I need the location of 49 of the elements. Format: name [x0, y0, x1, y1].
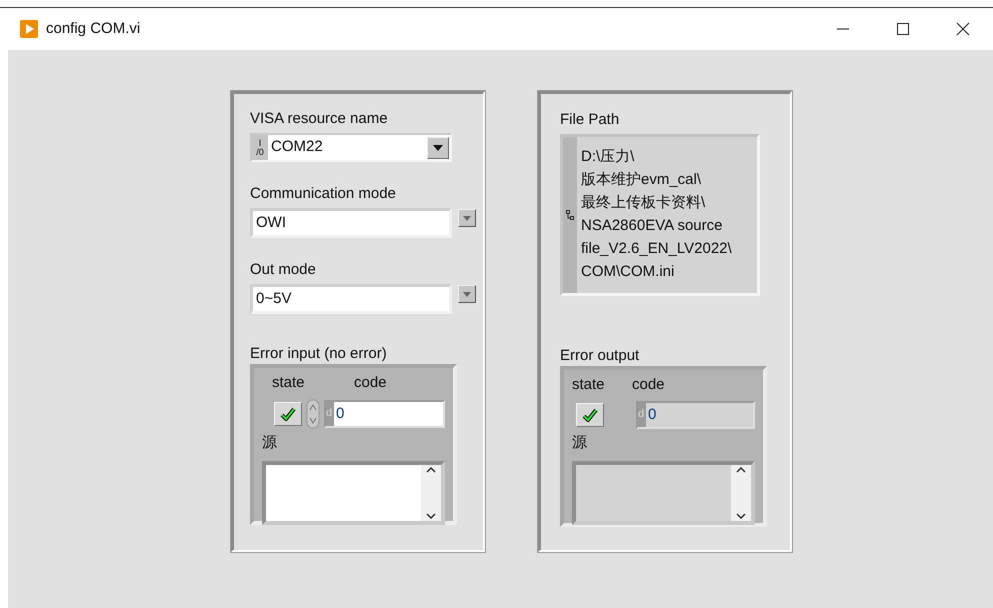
dropdown-button[interactable]	[427, 136, 449, 158]
window-title: config COM.vi	[46, 18, 140, 39]
app-icon	[20, 20, 38, 38]
dropdown-button[interactable]	[458, 285, 476, 303]
check-icon	[582, 408, 598, 422]
ring-field[interactable]: OWI	[250, 208, 452, 238]
field-label: VISA resource name	[250, 109, 389, 129]
radix-indicator: d	[638, 402, 646, 426]
close-icon	[956, 22, 970, 36]
dropdown-button[interactable]	[458, 209, 476, 227]
caret-icon	[463, 216, 471, 220]
check-icon	[280, 406, 296, 420]
path-prefix-icon	[566, 210, 574, 220]
field-label: Error output	[560, 346, 640, 366]
source-label: 源	[572, 432, 588, 452]
code-label: code	[632, 375, 665, 395]
increment-arrows-icon	[306, 398, 320, 428]
radix-indicator: d	[326, 402, 334, 426]
path-text-line: 版本维护evm_cal\	[581, 170, 702, 190]
file-path-field[interactable]: D:\压力\ 版本维护evm_cal\ 最终上传板卡资料\ NSA2860EVA source file_V2.6_EN_LV2022\ COM\COM.ini	[560, 134, 760, 296]
scrollbar[interactable]	[731, 464, 751, 520]
state-label: state	[271, 373, 306, 393]
path-text-line: 最终上传板卡资料\	[581, 193, 706, 213]
field-label: File Path	[560, 110, 620, 130]
scroll-down-icon	[736, 512, 746, 518]
caret-icon	[463, 292, 471, 296]
scroll-up-icon	[426, 466, 436, 472]
field-label: Communication mode	[250, 184, 397, 204]
source-field[interactable]	[262, 460, 445, 524]
code-label: code	[354, 373, 387, 393]
scroll-down-icon	[426, 512, 436, 518]
ring-field[interactable]: 0~5V	[250, 284, 452, 314]
scroll-up-icon	[736, 466, 746, 472]
maximize-icon	[896, 22, 910, 36]
path-text-line: COM\COM.ini	[581, 262, 676, 282]
field-label: Out mode	[250, 260, 317, 280]
state-label: state	[572, 375, 606, 395]
code-field[interactable]: d 0	[324, 400, 445, 428]
scrollbar[interactable]	[421, 464, 441, 520]
source-label: 源	[262, 432, 278, 452]
field-label: Error input (no error)	[250, 344, 388, 364]
caret-icon	[433, 144, 443, 150]
io-prefix-icon: I/0	[252, 135, 268, 160]
path-text-line: D:\压力\	[581, 147, 636, 167]
path-text-line: NSA2860EVA source	[581, 216, 724, 236]
state-checkbox[interactable]	[274, 402, 302, 426]
code-field: d 0	[636, 400, 755, 428]
path-text-line: file_V2.6_EN_LV2022\	[581, 239, 732, 259]
minimize-icon	[836, 28, 850, 30]
